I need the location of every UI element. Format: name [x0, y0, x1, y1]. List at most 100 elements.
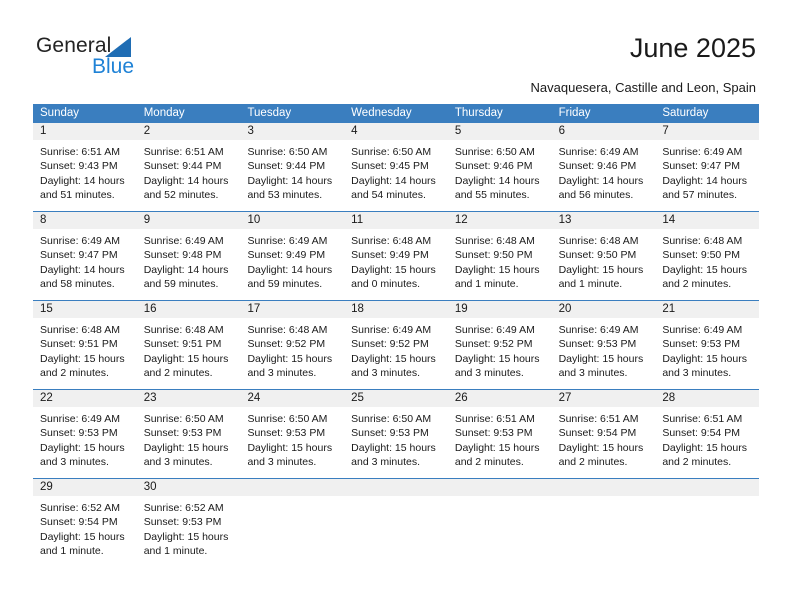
- sunrise-text: Sunrise: 6:50 AM: [351, 413, 432, 425]
- sunset-text: Sunset: 9:50 PM: [558, 249, 637, 262]
- day-cell[interactable]: 26 Sunrise: 6:51 AM Sunset: 9:53 PM Dayligh…: [447, 390, 552, 478]
- daylight-text-line1: Daylight: 14 hours: [351, 174, 436, 187]
- sunset-text: Sunset: 9:46 PM: [454, 160, 533, 173]
- day-cell[interactable]: 9 Sunrise: 6:49 AM Sunset: 9:48 PM Daylight…: [136, 212, 241, 300]
- daylight-text-line1: Daylight: 15 hours: [247, 441, 333, 454]
- day-cell[interactable]: 5 Sunrise: 6:50 AM Sunset: 9:46 PM Daylight…: [447, 123, 552, 211]
- day-cell[interactable]: 4 Sunrise: 6:50 AM Sunset: 9:45 PM Daylight…: [344, 123, 448, 211]
- daylight-text-line2: and 1 minute.: [558, 277, 623, 290]
- day-cell[interactable]: 11 Sunrise: 6:48 AM Sunset: 9:49 PM Dayligh…: [344, 212, 448, 300]
- sunset-text: Sunset: 9:46 PM: [558, 160, 637, 173]
- day-cell[interactable]: 3 Sunrise: 6:50 AM Sunset: 9:44 PM Daylight…: [240, 123, 345, 211]
- week-row: 29 Sunrise: 6:52 AM Sunset: 9:54 PM Dayligh…: [33, 478, 760, 569]
- day-cell[interactable]: 16 Sunrise: 6:48 AM Sunset: 9:51 PM Dayligh…: [136, 301, 241, 389]
- calendar-grid: Sunday Monday Tuesday Wednesday Thursday…: [33, 104, 760, 569]
- day-cell[interactable]: 1 Sunrise: 6:51 AM Sunset: 9:43 PM Daylight…: [33, 123, 137, 211]
- day-number: 5: [454, 125, 462, 137]
- sunrise-text: Sunrise: 6:51 AM: [662, 413, 743, 425]
- day-cell[interactable]: 10 Sunrise: 6:49 AM Sunset: 9:49 PM Dayligh…: [240, 212, 345, 300]
- day-cell[interactable]: 14 Sunrise: 6:48 AM Sunset: 9:50 PM Dayligh…: [655, 212, 760, 300]
- sunrise-text: Sunrise: 6:48 AM: [351, 235, 432, 247]
- sunrise-text: Sunrise: 6:52 AM: [143, 502, 224, 514]
- daylight-text-line1: Daylight: 14 hours: [247, 263, 333, 276]
- daylight-text-line1: Daylight: 15 hours: [40, 530, 125, 543]
- daylight-text-line1: Daylight: 15 hours: [143, 352, 229, 365]
- daylight-text-line2: and 52 minutes.: [143, 188, 219, 201]
- sunrise-text: Sunrise: 6:48 AM: [247, 324, 328, 336]
- sunset-text: Sunset: 9:53 PM: [143, 516, 222, 529]
- day-cell[interactable]: 7 Sunrise: 6:49 AM Sunset: 9:47 PM Daylight…: [655, 123, 760, 211]
- day-cell[interactable]: 25 Sunrise: 6:50 AM Sunset: 9:53 PM Dayligh…: [344, 390, 448, 478]
- day-cell[interactable]: 27 Sunrise: 6:51 AM Sunset: 9:54 PM Dayligh…: [551, 390, 656, 478]
- sunrise-text: Sunrise: 6:49 AM: [351, 324, 432, 336]
- daylight-text-line2: and 55 minutes.: [454, 188, 530, 201]
- daylight-text-line2: and 2 minutes.: [662, 277, 732, 290]
- sunset-text: Sunset: 9:54 PM: [40, 516, 118, 529]
- sunrise-text: Sunrise: 6:50 AM: [454, 146, 535, 158]
- day-cell[interactable]: 20 Sunrise: 6:49 AM Sunset: 9:53 PM Dayligh…: [551, 301, 656, 389]
- day-cell[interactable]: 15 Sunrise: 6:48 AM Sunset: 9:51 PM Dayligh…: [33, 301, 137, 389]
- daylight-text-line2: and 54 minutes.: [351, 188, 426, 201]
- sunrise-text: Sunrise: 6:51 AM: [558, 413, 639, 425]
- day-number: 11: [351, 214, 364, 226]
- sunset-text: Sunset: 9:53 PM: [143, 427, 222, 440]
- day-cell[interactable]: 19 Sunrise: 6:49 AM Sunset: 9:52 PM Dayligh…: [447, 301, 552, 389]
- sunrise-text: Sunrise: 6:50 AM: [351, 146, 432, 158]
- sunrise-text: Sunrise: 6:48 AM: [40, 324, 120, 336]
- sunset-text: Sunset: 9:54 PM: [558, 427, 637, 440]
- sunrise-text: Sunrise: 6:48 AM: [558, 235, 639, 247]
- daylight-text-line2: and 3 minutes.: [351, 455, 421, 468]
- daylight-text-line1: Daylight: 15 hours: [351, 263, 436, 276]
- day-number: 7: [662, 125, 669, 137]
- day-cell[interactable]: 22 Sunrise: 6:49 AM Sunset: 9:53 PM Dayligh…: [33, 390, 137, 478]
- sunrise-text: Sunrise: 6:49 AM: [247, 235, 328, 247]
- day-cell[interactable]: 30 Sunrise: 6:52 AM Sunset: 9:53 PM Dayligh…: [136, 479, 241, 569]
- day-number: 14: [662, 214, 676, 226]
- day-cell[interactable]: 8 Sunrise: 6:49 AM Sunset: 9:47 PM Daylight…: [33, 212, 137, 300]
- sunset-text: Sunset: 9:53 PM: [351, 427, 429, 440]
- sunset-text: Sunset: 9:53 PM: [558, 338, 637, 351]
- sunset-text: Sunset: 9:49 PM: [247, 249, 326, 262]
- daylight-text-line1: Daylight: 14 hours: [662, 174, 747, 187]
- page-subtitle: Navaquesera, Castille and Leon, Spain: [530, 80, 756, 95]
- daylight-text-line2: and 0 minutes.: [351, 277, 421, 290]
- sunset-text: Sunset: 9:45 PM: [351, 160, 429, 173]
- daylight-text-line1: Daylight: 15 hours: [40, 441, 125, 454]
- sunset-text: Sunset: 9:53 PM: [40, 427, 118, 440]
- daylight-text-line2: and 3 minutes.: [662, 366, 732, 379]
- weekday-header-row: Sunday Monday Tuesday Wednesday Thursday…: [33, 104, 759, 123]
- week-row: 22 Sunrise: 6:49 AM Sunset: 9:53 PM Dayligh…: [33, 389, 760, 478]
- day-cell[interactable]: 17 Sunrise: 6:48 AM Sunset: 9:52 PM Dayligh…: [240, 301, 345, 389]
- week-row: 1 Sunrise: 6:51 AM Sunset: 9:43 PM Daylight…: [33, 123, 760, 211]
- sunset-text: Sunset: 9:43 PM: [40, 160, 118, 173]
- daylight-text-line2: and 3 minutes.: [247, 366, 317, 379]
- sunrise-text: Sunrise: 6:50 AM: [143, 413, 224, 425]
- page-header: General Blue June 2025 Navaquesera, Cast…: [0, 0, 792, 100]
- day-cell[interactable]: 2 Sunrise: 6:51 AM Sunset: 9:44 PM Daylight…: [136, 123, 241, 211]
- day-cell[interactable]: 18 Sunrise: 6:49 AM Sunset: 9:52 PM Dayligh…: [344, 301, 448, 389]
- sunset-text: Sunset: 9:50 PM: [662, 249, 740, 262]
- sunset-text: Sunset: 9:53 PM: [454, 427, 533, 440]
- daylight-text-line2: and 1 minute.: [143, 544, 208, 557]
- sunset-text: Sunset: 9:49 PM: [351, 249, 429, 262]
- logo[interactable]: General Blue: [36, 34, 166, 80]
- day-cell[interactable]: 21 Sunrise: 6:49 AM Sunset: 9:53 PM Dayligh…: [655, 301, 760, 389]
- day-number: 20: [558, 303, 572, 315]
- daylight-text-line1: Daylight: 14 hours: [40, 174, 125, 187]
- day-number: 13: [558, 214, 572, 226]
- day-number: 9: [143, 214, 151, 226]
- day-cell[interactable]: 29 Sunrise: 6:52 AM Sunset: 9:54 PM Dayligh…: [33, 479, 137, 569]
- sunrise-text: Sunrise: 6:51 AM: [454, 413, 535, 425]
- day-cell[interactable]: 28 Sunrise: 6:51 AM Sunset: 9:54 PM Dayligh…: [655, 390, 760, 478]
- daylight-text-line2: and 2 minutes.: [143, 366, 213, 379]
- sunset-text: Sunset: 9:44 PM: [143, 160, 222, 173]
- day-cell[interactable]: 23 Sunrise: 6:50 AM Sunset: 9:53 PM Dayligh…: [136, 390, 241, 478]
- calendar-page: General Blue June 2025 Navaquesera, Cast…: [0, 0, 792, 612]
- daylight-text-line1: Daylight: 15 hours: [662, 263, 747, 276]
- day-cell[interactable]: 24 Sunrise: 6:50 AM Sunset: 9:53 PM Dayligh…: [240, 390, 345, 478]
- day-cell[interactable]: 12 Sunrise: 6:48 AM Sunset: 9:50 PM Dayligh…: [447, 212, 552, 300]
- day-cell[interactable]: 6 Sunrise: 6:49 AM Sunset: 9:46 PM Daylight…: [551, 123, 656, 211]
- daylight-text-line2: and 2 minutes.: [558, 455, 628, 468]
- day-cell[interactable]: 13 Sunrise: 6:48 AM Sunset: 9:50 PM Dayligh…: [551, 212, 656, 300]
- sunrise-text: Sunrise: 6:50 AM: [247, 146, 328, 158]
